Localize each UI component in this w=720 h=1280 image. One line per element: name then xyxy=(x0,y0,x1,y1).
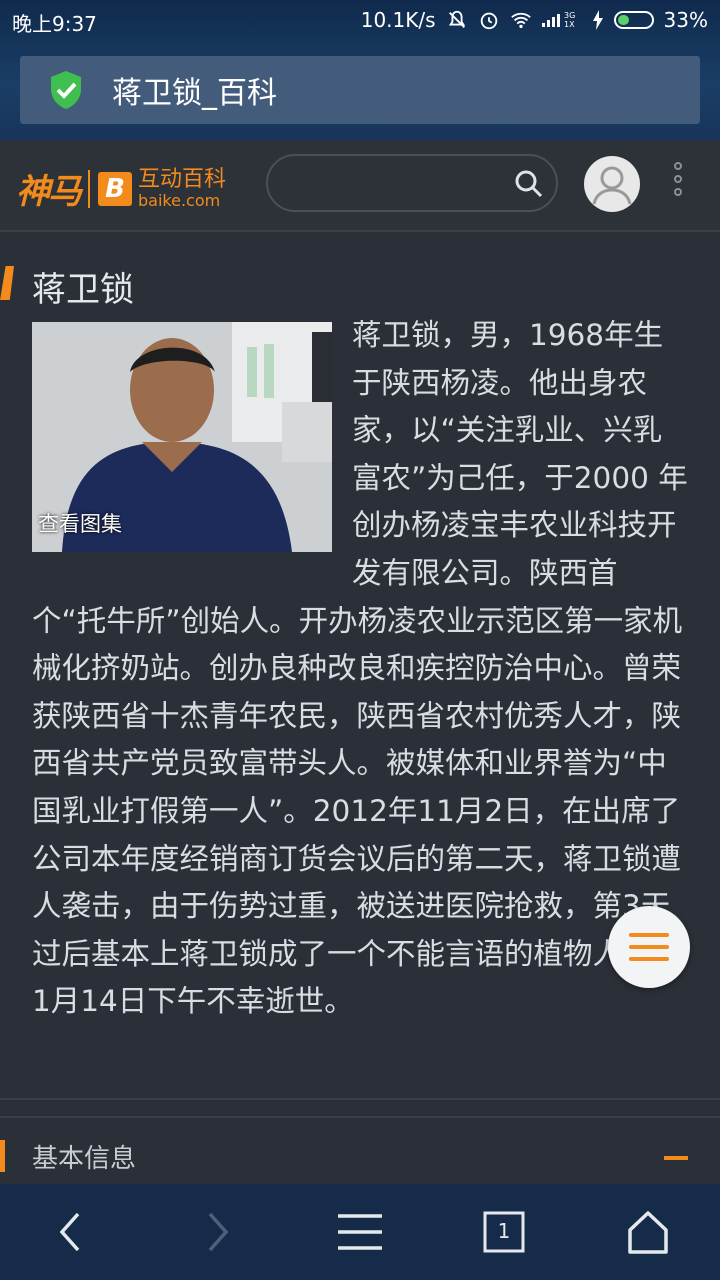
network-speed: 10.1K/s xyxy=(360,8,436,32)
page-title: 蒋卫锁_百科 xyxy=(112,76,277,111)
logo-shenma: 神马 xyxy=(16,172,82,212)
signal-icon: 3G1X xyxy=(541,11,575,29)
security-shield-icon xyxy=(51,71,81,109)
section-marker xyxy=(0,1140,5,1172)
home-icon[interactable] xyxy=(624,1208,672,1256)
status-bar: 晚上9:37 10.1K/s 3G 1X 33% xyxy=(0,0,720,40)
svg-text:3G: 3G xyxy=(564,11,575,20)
article-title: 蒋卫锁 xyxy=(32,270,134,310)
tabs-button[interactable]: 1 xyxy=(480,1208,528,1256)
search-input[interactable] xyxy=(266,154,558,212)
logo-separator xyxy=(88,169,90,208)
view-gallery-link[interactable]: 查看图集 xyxy=(38,508,122,538)
charging-icon xyxy=(592,10,603,30)
site-header: 神马 B 互动百科 baike.com xyxy=(0,140,720,232)
user-avatar[interactable] xyxy=(584,156,640,212)
battery-percent: 33% xyxy=(663,8,708,32)
site-logo[interactable]: 神马 B 互动百科 baike.com xyxy=(16,164,226,213)
address-bar[interactable]: 蒋卫锁_百科 xyxy=(20,56,700,124)
logo-domain: baike.com xyxy=(138,190,221,210)
back-icon[interactable] xyxy=(48,1208,96,1256)
wifi-icon xyxy=(510,12,531,29)
bottom-navigation: 1 xyxy=(0,1184,720,1280)
logo-brand: 互动百科 xyxy=(138,166,227,192)
svg-text:1X: 1X xyxy=(564,20,575,29)
alarm-icon xyxy=(480,12,497,30)
baike-logo-icon: B xyxy=(98,171,132,206)
basic-info-section[interactable]: 基本信息 xyxy=(0,1136,720,1176)
forward-icon[interactable] xyxy=(192,1208,240,1256)
menu-icon[interactable] xyxy=(336,1208,384,1256)
collapse-icon[interactable] xyxy=(664,1156,688,1160)
battery-fill xyxy=(617,15,630,25)
section-divider xyxy=(0,1098,720,1100)
mute-bell-icon xyxy=(448,10,465,28)
more-menu-icon[interactable] xyxy=(672,162,684,208)
article-photo[interactable]: 查看图集 xyxy=(32,322,332,552)
user-icon xyxy=(592,166,632,205)
battery-indicator xyxy=(613,11,654,29)
title-marker xyxy=(0,266,14,300)
catalog-button[interactable] xyxy=(608,906,690,988)
search-icon[interactable] xyxy=(514,169,544,199)
tab-count: 1 xyxy=(497,1219,511,1243)
basic-info-label: 基本信息 xyxy=(32,1144,137,1174)
status-time: 晚上9:37 xyxy=(12,12,97,36)
section-divider-2 xyxy=(0,1116,720,1118)
